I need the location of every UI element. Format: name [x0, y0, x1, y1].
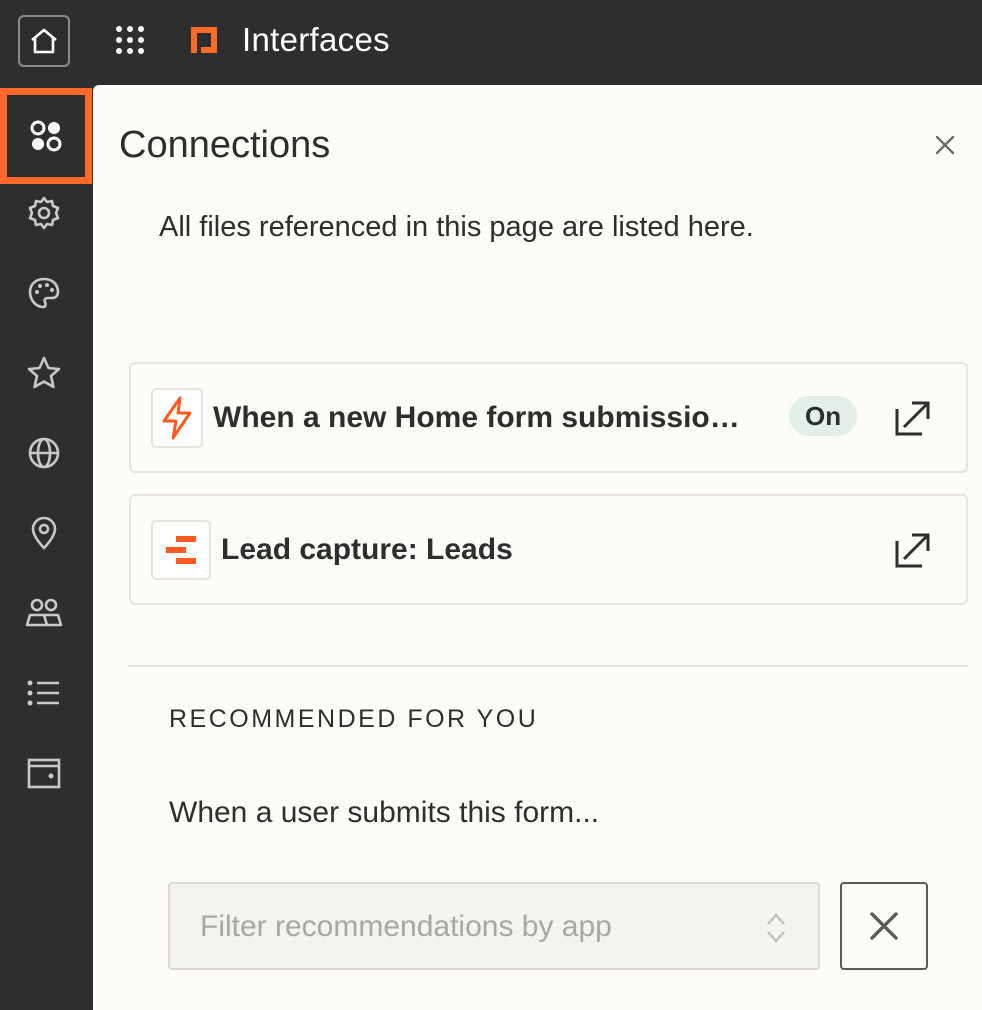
sidebar-item-location[interactable]: [0, 493, 88, 573]
globe-icon: [28, 437, 60, 469]
sidebar-item-users[interactable]: [0, 573, 88, 653]
close-icon: [870, 912, 898, 940]
sidebar-item-domains[interactable]: [0, 413, 88, 493]
recommended-heading: RECOMMENDED FOR YOU: [169, 705, 539, 733]
sidebar-item-settings[interactable]: [0, 173, 88, 253]
close-icon: [935, 135, 955, 155]
zap-icon: [162, 396, 192, 440]
sidebar-item-connections[interactable]: [0, 88, 92, 184]
app-title: Interfaces: [242, 21, 390, 58]
top-bar: Interfaces: [0, 0, 982, 85]
location-pin-icon: [31, 516, 57, 550]
connection-card-zap[interactable]: When a new Home form submissio… On: [129, 362, 968, 473]
open-external-button[interactable]: [893, 530, 933, 570]
palette-icon: [28, 277, 60, 309]
status-badge: On: [789, 396, 858, 436]
grid-icon: [116, 26, 144, 54]
apps-grid-button[interactable]: [112, 22, 148, 58]
external-link-icon: [895, 533, 930, 568]
filter-placeholder: Filter recommendations by app: [200, 910, 612, 943]
home-button[interactable]: [18, 15, 70, 67]
star-icon: [27, 356, 61, 389]
table-icon: [166, 536, 196, 564]
sidebar-item-favorites[interactable]: [0, 333, 88, 413]
connection-label: Lead capture: Leads: [221, 533, 513, 566]
connections-icon: [30, 120, 62, 152]
connection-label: When a new Home form submissio…: [213, 401, 740, 434]
card-icon-box: [151, 388, 203, 448]
open-external-button[interactable]: [893, 398, 933, 438]
clear-filter-button[interactable]: [840, 882, 928, 970]
panel-title: Connections: [119, 124, 331, 166]
trigger-description: When a user submits this form...: [169, 796, 600, 829]
connection-card-table[interactable]: Lead capture: Leads: [129, 494, 968, 605]
users-icon: [25, 598, 63, 627]
card-icon-box: [151, 520, 211, 580]
section-divider: [128, 665, 968, 667]
gear-icon: [28, 196, 60, 230]
close-panel-button[interactable]: [929, 129, 961, 161]
sidebar-item-lists[interactable]: [0, 653, 88, 733]
connections-panel: Connections All files referenced in this…: [93, 85, 982, 1010]
panel-description: All files referenced in this page are li…: [159, 211, 754, 243]
filter-apps-select[interactable]: Filter recommendations by app: [168, 882, 820, 970]
wallet-icon: [27, 758, 61, 789]
external-link-icon: [895, 401, 930, 436]
list-icon: [27, 680, 59, 706]
interfaces-logo-icon: [191, 27, 217, 53]
sidebar-item-billing[interactable]: [0, 733, 88, 813]
home-icon: [31, 28, 57, 54]
select-arrows-icon: [762, 908, 790, 948]
sidebar-item-theme[interactable]: [0, 253, 88, 333]
sidebar: [0, 85, 92, 1010]
